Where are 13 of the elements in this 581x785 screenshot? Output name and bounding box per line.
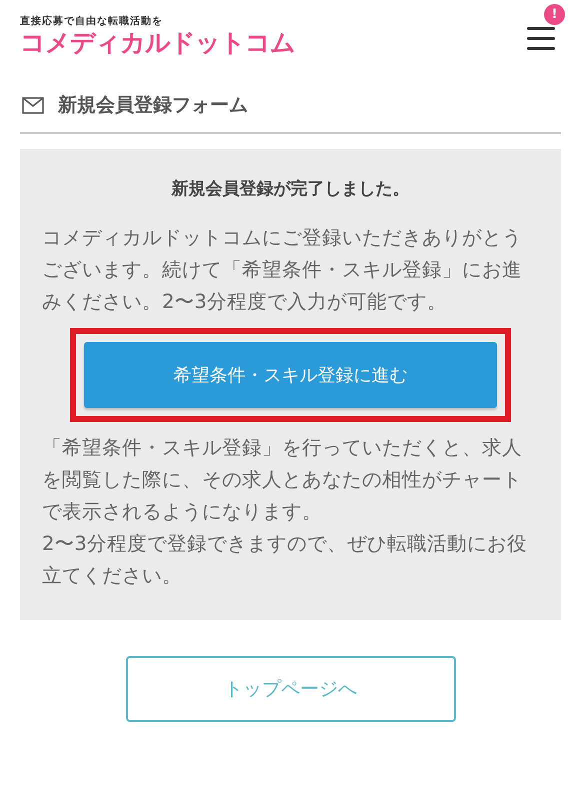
menu-icon [527,24,555,52]
menu-button[interactable] [527,24,555,52]
completion-heading: 新規会員登録が完了しました。 [170,178,410,200]
skill-registration-button[interactable]: 希望条件・スキル登録に進む [84,342,497,408]
note-text: 「希望条件・スキル登録」を行っていただくと、求人を閲覧した際に、その求人とあなたの相性がチャートで表示されるようになります。 [42,435,523,525]
form-title: 新規会員登録フォーム [58,93,248,118]
mail-icon [22,96,44,114]
intro-text: コメディカルドットコムにご登録いただきありがとうございます。続けて「希望条件・スキル登録」にお進みください。2〜3分程度で入力が可能です。 [42,225,523,315]
note-text: 2〜3分程度で登録できますので、ぜひ転職活動にお役立てください。 [42,531,528,589]
site-logo[interactable]: コメディカルドットコム [20,28,295,58]
top-page-button[interactable]: トップページへ [126,656,456,722]
logo-tagline: 直接応募で自由な転職活動を [20,14,164,28]
notification-badge: ! [544,4,565,25]
